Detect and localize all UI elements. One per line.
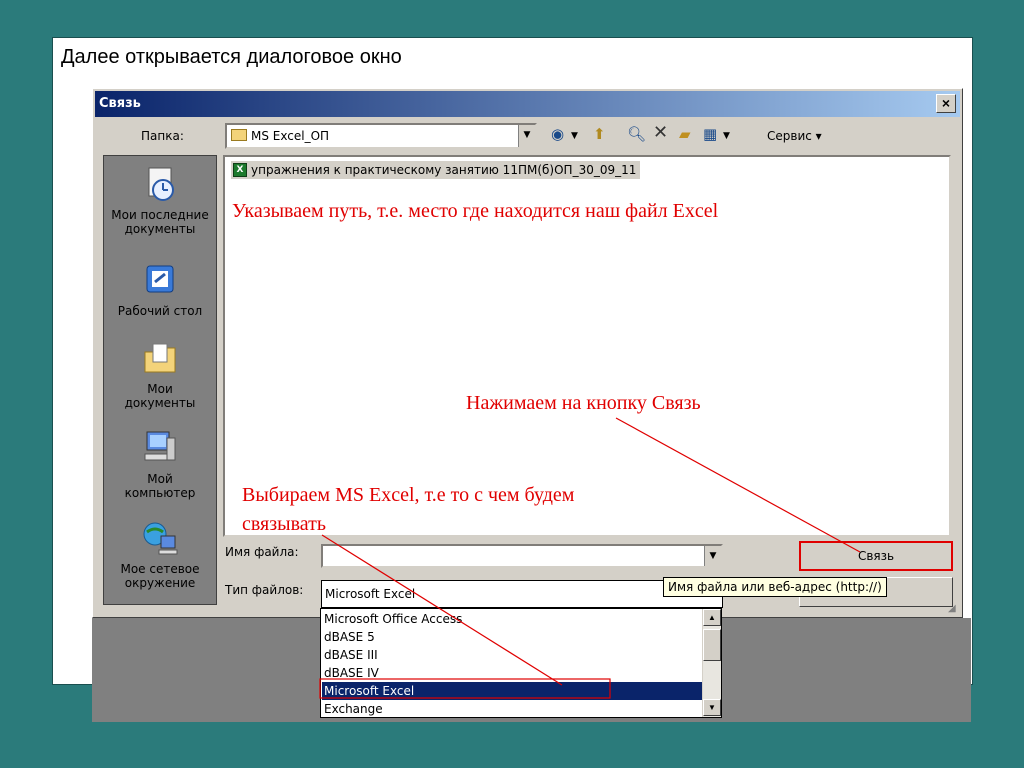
place-desktop[interactable]: Рабочий стол — [104, 260, 216, 318]
tooltip: Имя файла или веб-адрес (http://) — [663, 577, 887, 597]
annotation-path: Указываем путь, т.е. место где находится… — [232, 200, 719, 222]
place-label: документы — [124, 396, 196, 410]
link-button[interactable]: Связь — [799, 541, 953, 571]
filetype-label: Тип файлов: — [225, 583, 304, 597]
scroll-up-icon[interactable]: ▲ — [703, 609, 721, 626]
place-label: Мои — [147, 382, 173, 396]
network-places-icon — [143, 522, 178, 555]
place-label: Мое сетевое — [120, 562, 200, 576]
filetype-value: Microsoft Excel — [325, 587, 416, 601]
annotation-press: Нажимаем на кнопку Связь — [466, 392, 701, 414]
dropdown-option-selected[interactable]: Microsoft Excel — [322, 682, 702, 700]
place-label: окружение — [124, 576, 196, 590]
desktop-icon — [146, 265, 174, 293]
dropdown-option[interactable]: dBASE 5 — [322, 628, 702, 646]
place-label: компьютер — [124, 486, 196, 500]
annotation-choose-line1: Выбираем MS Excel, т.е то с чем будем — [242, 484, 575, 506]
search-web-icon[interactable]: 🔍︎ — [627, 125, 646, 143]
places-bar: Мои последние документы Рабочий стол Мои… — [103, 155, 217, 605]
filename-input[interactable]: ▼ — [321, 544, 723, 568]
folder-combo[interactable]: MS Excel_ОП ▼ — [225, 123, 537, 149]
file-name: упражнения к практическому занятию 11ПМ(… — [251, 163, 637, 177]
filename-label: Имя файла: — [225, 545, 299, 559]
place-my-computer[interactable]: Мой компьютер — [104, 428, 216, 500]
close-button[interactable]: × — [936, 94, 956, 113]
filetype-dropdown-list[interactable]: Microsoft Office Access dBASE 5 dBASE II… — [320, 608, 722, 718]
folder-icon — [231, 129, 247, 141]
chevron-down-icon[interactable]: ▼ — [704, 546, 721, 566]
back-dropdown-icon[interactable]: ▼ — [571, 131, 578, 141]
link-dialog: Связь × Папка: MS Excel_ОП ▼ ◉ ▼ ⬆ 🔍︎ ✕ … — [92, 88, 963, 618]
place-network[interactable]: Мое сетевое окружение — [104, 518, 216, 590]
place-my-documents[interactable]: Мои документы — [104, 338, 216, 410]
place-label: документы — [124, 222, 196, 236]
scroll-thumb[interactable] — [703, 629, 721, 661]
place-label: Мои последние — [111, 208, 209, 222]
dropdown-scrollbar[interactable]: ▲ ▼ — [702, 609, 721, 717]
service-menu[interactable]: Сервис ▾ — [767, 129, 822, 143]
folder-label: Папка: — [141, 129, 184, 143]
views-dropdown-icon[interactable]: ▼ — [723, 131, 730, 141]
resize-grip-icon[interactable]: ◢ — [948, 603, 960, 615]
place-recent-documents[interactable]: Мои последние документы — [104, 164, 216, 236]
dropdown-option[interactable]: Exchange — [322, 700, 702, 718]
excel-file-icon: X — [233, 163, 247, 177]
scroll-down-icon[interactable]: ▼ — [703, 699, 721, 716]
folder-value: MS Excel_ОП — [251, 129, 330, 143]
dialog-titlebar: Связь × — [95, 91, 960, 117]
back-icon[interactable]: ◉ — [551, 125, 564, 143]
delete-icon[interactable]: ✕ — [653, 122, 668, 143]
dropdown-option[interactable]: dBASE IV — [322, 664, 702, 682]
slide-title: Далее открывается диалоговое окно — [61, 46, 402, 68]
list-item[interactable]: X упражнения к практическому занятию 11П… — [231, 161, 641, 179]
chevron-down-icon[interactable]: ▼ — [518, 125, 535, 147]
up-folder-icon[interactable]: ⬆ — [593, 125, 606, 143]
recent-documents-icon — [148, 167, 174, 201]
my-documents-icon — [144, 343, 176, 373]
my-computer-icon — [144, 431, 176, 461]
new-folder-icon[interactable]: ▰ — [679, 125, 691, 143]
views-icon[interactable]: ▦ — [703, 125, 717, 143]
dialog-title: Связь — [99, 96, 141, 111]
place-label: Мой — [147, 472, 173, 486]
dropdown-option[interactable]: Microsoft Office Access — [322, 610, 702, 628]
place-label: Рабочий стол — [117, 304, 203, 318]
dropdown-option[interactable]: dBASE III — [322, 646, 702, 664]
annotation-choose-line2: связывать — [242, 513, 326, 535]
